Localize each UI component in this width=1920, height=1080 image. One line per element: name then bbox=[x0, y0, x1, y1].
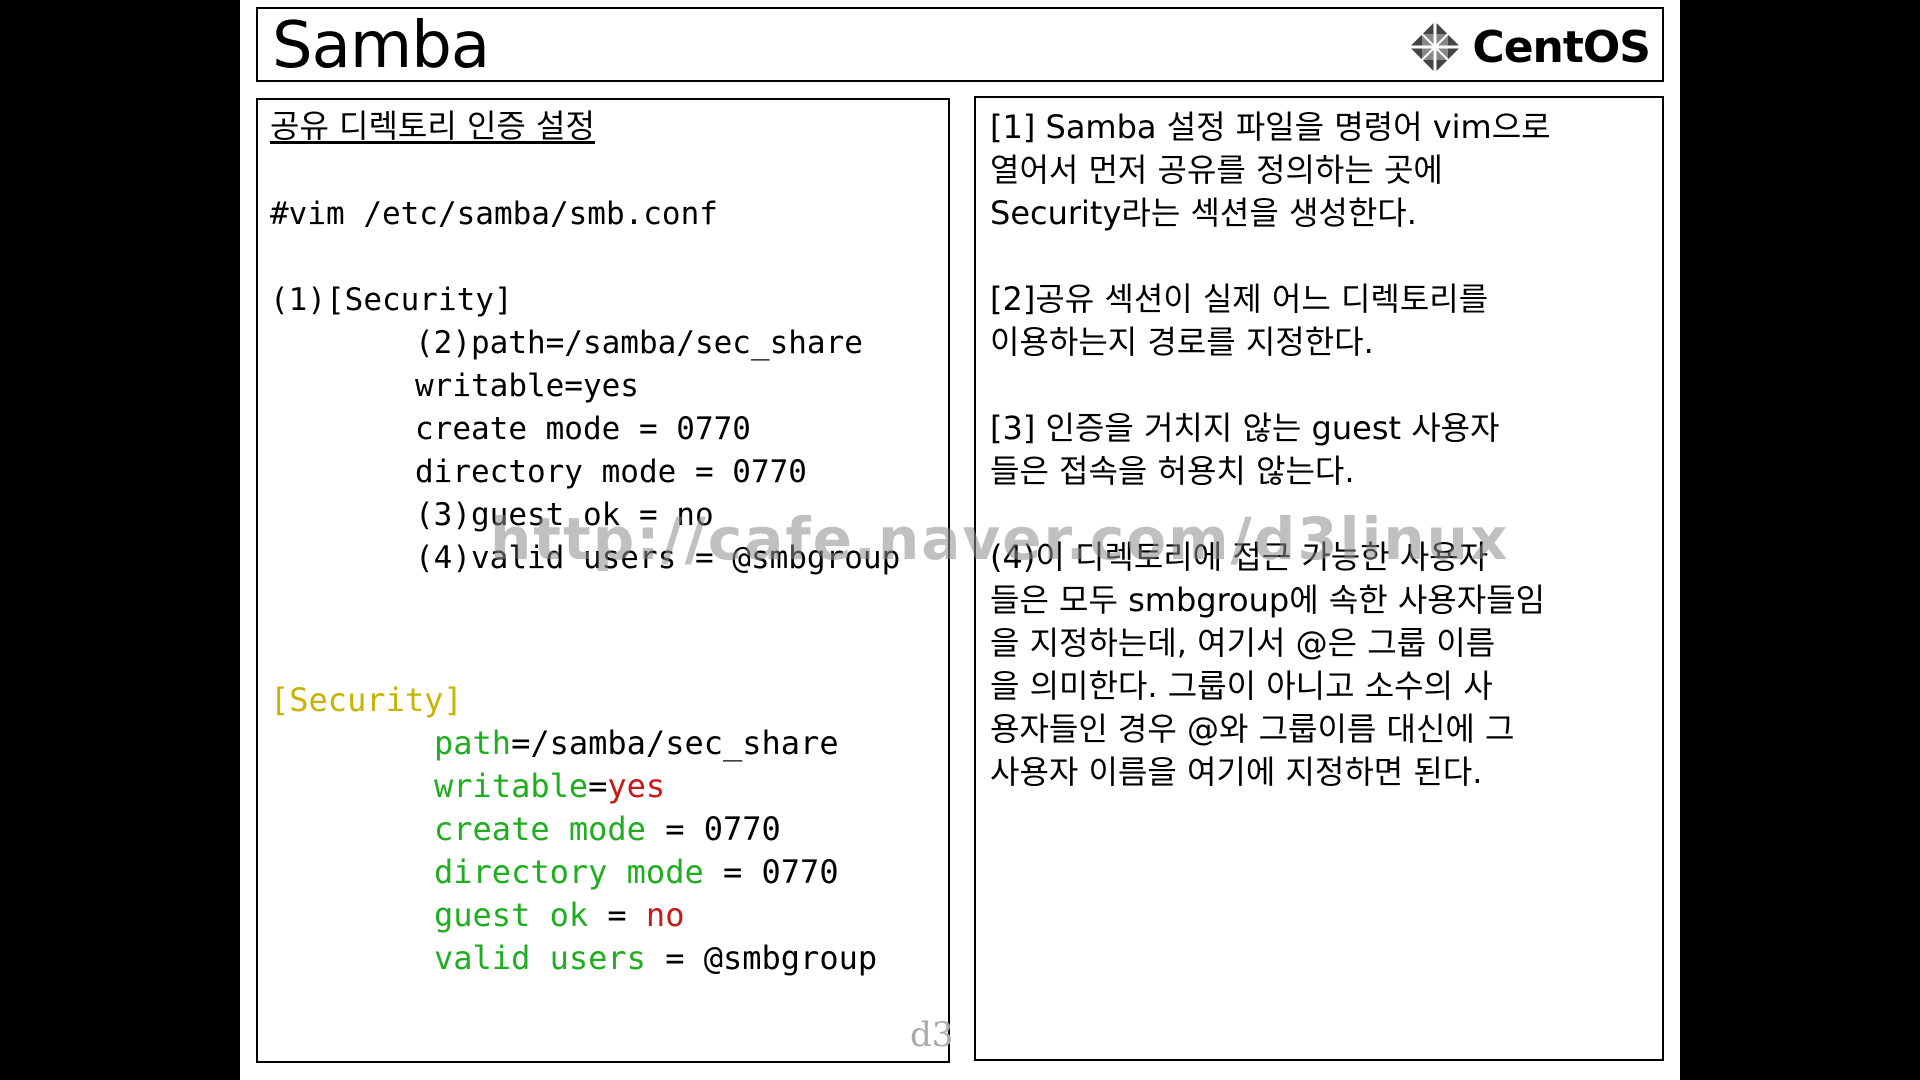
colored-writable-line: writable=yes bbox=[434, 766, 665, 806]
colored-directory-line: directory mode = 0770 bbox=[434, 852, 839, 892]
path-value: =/samba/sec_share bbox=[511, 724, 839, 762]
writable-value: yes bbox=[607, 767, 666, 805]
guest-value: no bbox=[645, 896, 685, 934]
create-key: create mode bbox=[434, 810, 646, 848]
explanation-1: [1] Samba 설정 파일을 명령어 vim으로 열어서 먼저 공유를 정의… bbox=[990, 108, 1551, 232]
section-heading: 공유 디렉토리 인증 설정 bbox=[270, 107, 595, 145]
config-panel: 공유 디렉토리 인증 설정 #vim /etc/samba/smb.conf (… bbox=[256, 98, 950, 1063]
explanation-4: (4)이 디렉토리에 접근 가능한 사용자 들은 모두 smbgroup에 속한… bbox=[990, 538, 1546, 791]
create-value: = 0770 bbox=[645, 810, 781, 848]
centos-logo: CentOS bbox=[1406, 17, 1651, 77]
centos-logo-text: CentOS bbox=[1472, 21, 1651, 73]
slide-title: Samba bbox=[272, 9, 490, 83]
title-bar: Samba CentOS bbox=[256, 7, 1664, 82]
explanation-panel: [1] Samba 설정 파일을 명령어 vim으로 열어서 먼저 공유를 정의… bbox=[974, 96, 1664, 1061]
directory-value: = 0770 bbox=[703, 853, 839, 891]
writable-eq: = bbox=[588, 767, 608, 805]
annotated-writable: writable=yes bbox=[415, 368, 639, 404]
guest-key: guest ok bbox=[434, 896, 589, 934]
slide: Samba CentOS 공유 디렉토리 인증 설정 #vim /etc/sam… bbox=[240, 0, 1680, 1080]
explanation-3: [3] 인증을 거치지 않는 guest 사용자 들은 접속을 허용치 않는다. bbox=[990, 409, 1500, 490]
colored-path-line: path=/samba/sec_share bbox=[434, 723, 839, 763]
colored-valid-line: valid users = @smbgroup bbox=[434, 938, 877, 978]
colored-create-line: create mode = 0770 bbox=[434, 809, 781, 849]
annotated-path: (2)path=/samba/sec_share bbox=[415, 325, 863, 361]
path-key: path bbox=[434, 724, 512, 762]
vim-command: #vim /etc/samba/smb.conf bbox=[270, 196, 718, 232]
explanation-2: [2]공유 섹션이 실제 어느 디렉토리를 이용하는지 경로를 지정한다. bbox=[990, 280, 1489, 361]
colored-guest-line: guest ok = no bbox=[434, 895, 684, 935]
colored-section: [Security] bbox=[270, 681, 463, 719]
annotated-directory-mode: directory mode = 0770 bbox=[415, 454, 807, 490]
writable-key: writable bbox=[434, 767, 589, 805]
annotated-section: (1)[Security] bbox=[270, 282, 513, 318]
watermark-url: http://cafe.naver.com/d3linux bbox=[490, 505, 1510, 573]
directory-key: directory mode bbox=[434, 853, 704, 891]
valid-key: valid users bbox=[434, 939, 646, 977]
annotated-create-mode: create mode = 0770 bbox=[415, 411, 751, 447]
signature: d3 bbox=[910, 1015, 954, 1055]
guest-eq: = bbox=[588, 896, 646, 934]
valid-value: = @smbgroup bbox=[645, 939, 878, 977]
centos-logo-icon bbox=[1409, 21, 1462, 73]
